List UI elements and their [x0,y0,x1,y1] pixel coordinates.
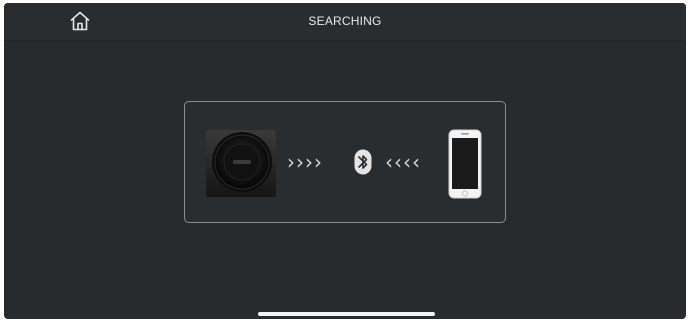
page-title: SEARCHING [308,14,382,28]
speaker-icon [205,128,277,198]
arrows-from-phone: ‹‹‹‹ [385,150,421,174]
app-screen: SEARCHING ›››› ‹‹‹‹ [4,3,686,319]
top-bar: SEARCHING [4,3,686,41]
home-indicator-bar[interactable] [258,312,435,316]
arrows-to-center: ›››› [287,150,323,174]
pairing-panel: ›››› ‹‹‹‹ [184,101,506,223]
bluetooth-icon [354,149,372,175]
smartphone-icon [448,129,482,199]
